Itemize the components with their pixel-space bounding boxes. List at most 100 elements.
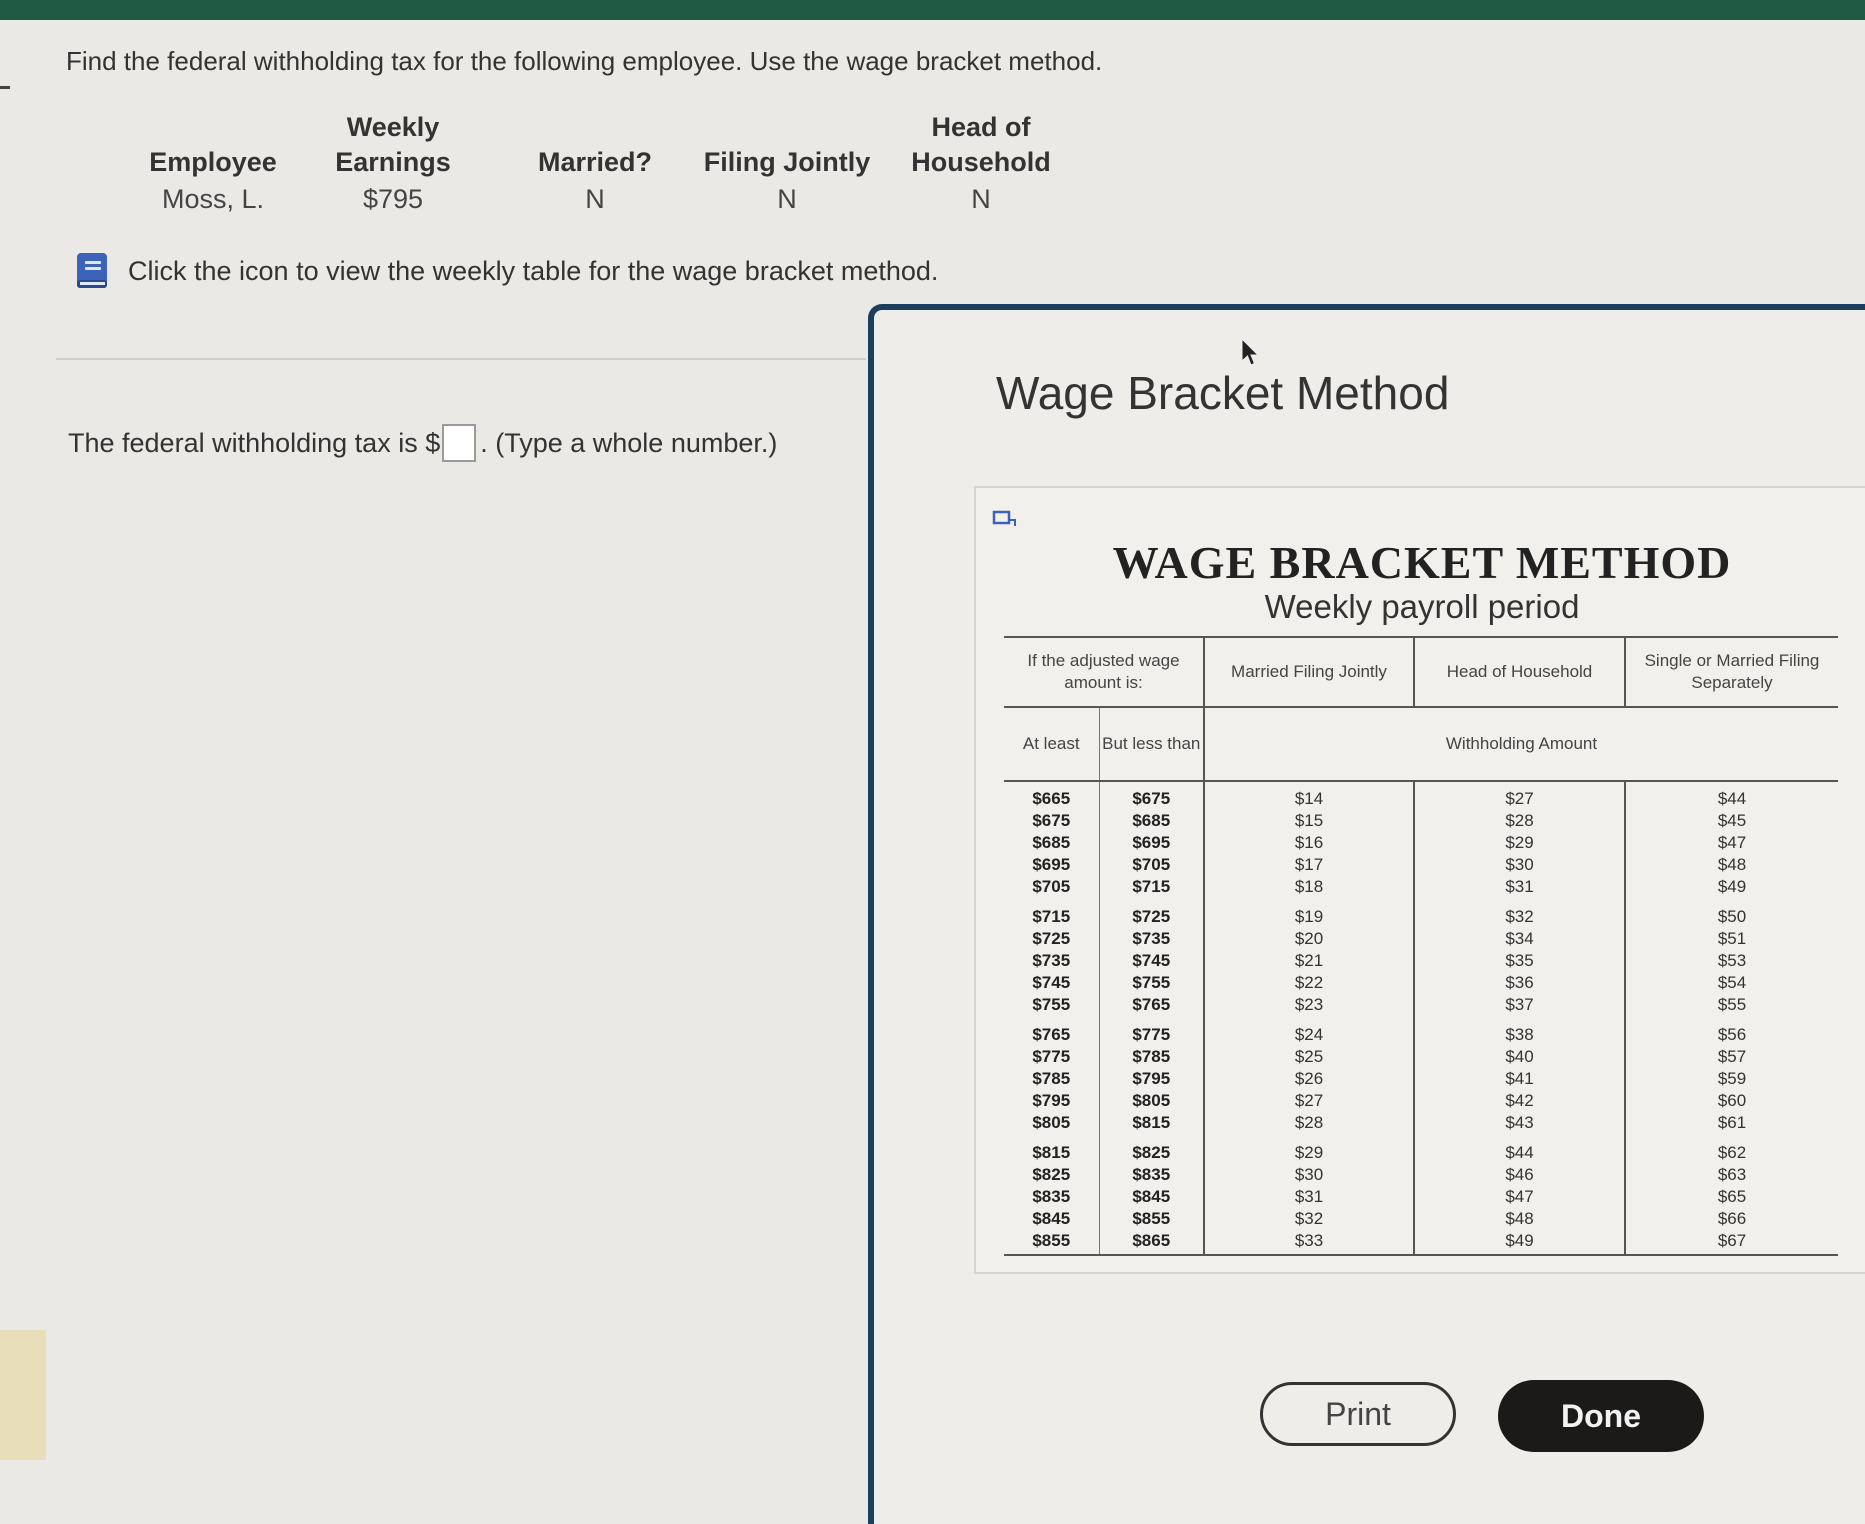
table-row: $775 $785 $25 $40 $57: [1004, 1046, 1838, 1068]
answer-prefix: The federal withholding tax is $: [68, 427, 441, 458]
married-jointly-cell: $31: [1203, 1186, 1414, 1208]
married-value: N: [585, 184, 605, 214]
married-jointly-cell: $30: [1203, 1164, 1414, 1186]
single-cell: $60: [1624, 1090, 1838, 1112]
single-cell: $65: [1624, 1186, 1838, 1208]
table-row: $695 $705 $17 $30 $48: [1004, 854, 1838, 876]
single-cell: $56: [1624, 1016, 1838, 1046]
at-least-cell: $785: [1032, 1069, 1071, 1088]
single-cell: $57: [1624, 1046, 1838, 1068]
table-row: $705 $715 $18 $31 $49: [1004, 876, 1838, 898]
column-header-married: Married?: [537, 147, 653, 177]
table-row: $755 $765 $23 $37 $55: [1004, 994, 1838, 1016]
column-header-earnings: Earnings: [335, 147, 451, 177]
head-of-household-column: Head of Household N: [911, 110, 1051, 218]
table-row: $725 $735 $20 $34 $51: [1004, 928, 1838, 950]
single-cell: $50: [1624, 898, 1838, 928]
married-jointly-cell: $33: [1203, 1230, 1414, 1256]
book-icon[interactable]: [74, 252, 110, 290]
table-subheader-row: At least But less than Withholding Amoun…: [1004, 707, 1838, 782]
married-jointly-cell: $23: [1203, 994, 1414, 1016]
done-button[interactable]: Done: [1498, 1380, 1704, 1452]
single-cell: $67: [1624, 1230, 1838, 1256]
at-least-cell: $795: [1032, 1091, 1071, 1110]
single-cell: $54: [1624, 972, 1838, 994]
question-instruction: Find the federal withholding tax for the…: [66, 46, 1103, 76]
head-of-household-value: N: [971, 184, 991, 214]
but-less-than-cell: $805: [1098, 1090, 1204, 1112]
but-less-than-cell: $755: [1098, 972, 1204, 994]
head-of-household-cell: $46: [1413, 1164, 1625, 1186]
at-least-cell: $705: [1032, 877, 1071, 896]
wage-table-body: $665 $675 $14 $27 $44 $675 $685 $15 $28 $45 $685 $6…: [1004, 781, 1838, 1256]
mouse-cursor-icon: [1241, 338, 1260, 366]
table-row: $675 $685 $15 $28 $45: [1004, 810, 1838, 832]
header-head-of-household: Head of Household: [1413, 636, 1625, 708]
table-row: $665 $675 $14 $27 $44: [1004, 781, 1838, 810]
at-least-cell: $765: [1032, 1025, 1071, 1044]
married-jointly-cell: $14: [1203, 781, 1414, 810]
married-jointly-cell: $17: [1203, 854, 1414, 876]
married-jointly-cell: $24: [1203, 1016, 1414, 1046]
table-row: $715 $725 $19 $32 $50: [1004, 898, 1838, 928]
but-less-than-cell: $765: [1098, 994, 1204, 1016]
single-cell: $63: [1624, 1164, 1838, 1186]
head-of-household-cell: $48: [1413, 1208, 1625, 1230]
but-less-than-cell: $775: [1098, 1016, 1204, 1046]
but-less-than-cell: $835: [1098, 1164, 1204, 1186]
single-cell: $59: [1624, 1068, 1838, 1090]
expand-icon[interactable]: [992, 508, 1018, 530]
at-least-cell: $815: [1032, 1143, 1071, 1162]
at-least-cell: $715: [1032, 907, 1071, 926]
filing-jointly-value: N: [777, 184, 797, 214]
married-jointly-cell: $27: [1203, 1090, 1414, 1112]
single-cell: $53: [1624, 950, 1838, 972]
table-link-text: Click the icon to view the weekly table …: [128, 255, 939, 286]
dialog-title: Wage Bracket Method: [996, 367, 1450, 419]
at-least-cell: $855: [1004, 1230, 1099, 1256]
head-of-household-cell: $29: [1413, 832, 1625, 854]
table-row: $815 $825 $29 $44 $62: [1004, 1134, 1838, 1164]
but-less-than-cell: $715: [1098, 876, 1204, 898]
married-jointly-cell: $32: [1203, 1208, 1414, 1230]
head-of-household-cell: $41: [1413, 1068, 1625, 1090]
print-button[interactable]: Print: [1260, 1382, 1456, 1446]
single-cell: $48: [1624, 854, 1838, 876]
table-header-row: If the adjusted wage amount is: Married …: [1004, 636, 1838, 708]
at-least-cell: $755: [1032, 995, 1071, 1014]
table-row: $825 $835 $30 $46 $63: [1004, 1164, 1838, 1186]
but-less-than-cell: $785: [1098, 1046, 1204, 1068]
married-jointly-cell: $20: [1203, 928, 1414, 950]
column-header-filing-jointly: Filing Jointly: [703, 147, 871, 177]
but-less-than-cell: $815: [1098, 1112, 1204, 1134]
married-jointly-cell: $15: [1203, 810, 1414, 832]
single-cell: $49: [1624, 876, 1838, 898]
employee-column: Employee Moss, L.: [149, 110, 277, 218]
married-jointly-cell: $19: [1203, 898, 1414, 928]
head-of-household-cell: $40: [1413, 1046, 1625, 1068]
but-less-than-cell: $735: [1098, 928, 1204, 950]
header-wage-range: If the adjusted wage amount is:: [1004, 636, 1204, 708]
at-least-cell: $675: [1032, 811, 1071, 830]
answer-input[interactable]: [442, 424, 477, 462]
but-less-than-cell: $675: [1098, 781, 1204, 810]
married-jointly-cell: $18: [1203, 876, 1414, 898]
weekly-earnings-column: Weekly Earnings $795: [335, 110, 451, 218]
at-least-cell: $735: [1032, 951, 1071, 970]
head-of-household-cell: $43: [1413, 1112, 1625, 1134]
but-less-than-cell: $695: [1098, 832, 1204, 854]
but-less-than-cell: $825: [1098, 1134, 1204, 1164]
column-header-household: Household: [911, 147, 1051, 177]
column-header-head-of: Head of: [931, 112, 1031, 142]
but-less-than-cell: $865: [1098, 1230, 1204, 1256]
table-row: $795 $805 $27 $42 $60: [1004, 1090, 1838, 1112]
married-jointly-cell: $21: [1203, 950, 1414, 972]
head-of-household-cell: $38: [1413, 1016, 1625, 1046]
married-jointly-cell: $22: [1203, 972, 1414, 994]
single-cell: $44: [1624, 781, 1838, 810]
single-cell: $66: [1624, 1208, 1838, 1230]
but-less-than-cell: $725: [1098, 898, 1204, 928]
column-header-employee: Employee: [149, 147, 277, 177]
single-cell: $45: [1624, 810, 1838, 832]
section-divider: [56, 358, 866, 360]
